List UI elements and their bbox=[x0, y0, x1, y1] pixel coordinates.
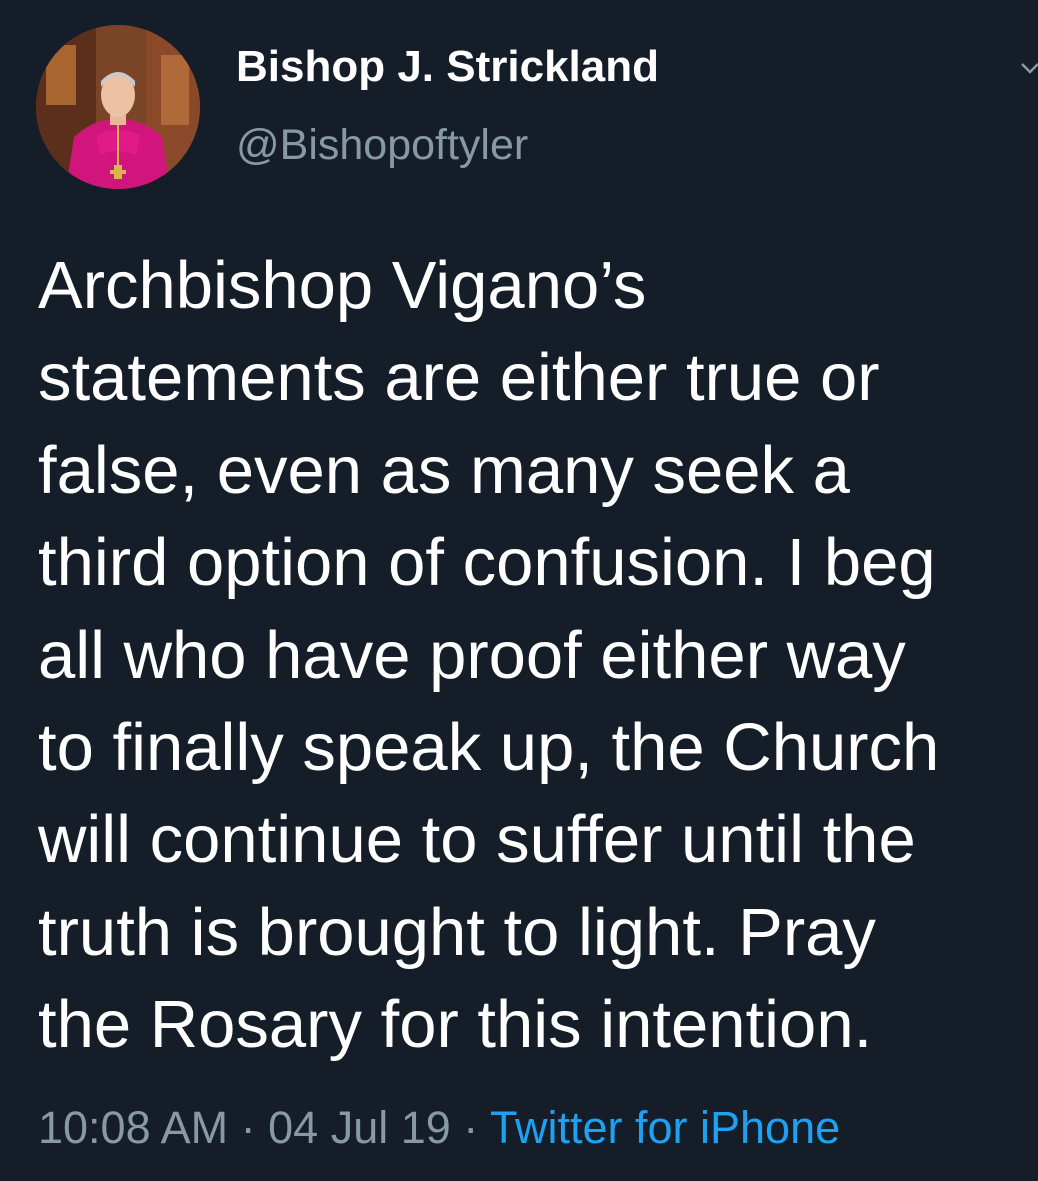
tweet-date[interactable]: 04 Jul 19 bbox=[268, 1102, 451, 1153]
user-handle[interactable]: @Bishopoftyler bbox=[236, 121, 528, 170]
tweet-card: Bishop J. Strickland @Bishopoftyler Arch… bbox=[0, 0, 1038, 1181]
tweet-metadata: 10:08 AM · 04 Jul 19 · Twitter for iPhon… bbox=[38, 1102, 840, 1154]
profile-avatar[interactable] bbox=[36, 25, 200, 189]
tweet-source-link[interactable]: Twitter for iPhone bbox=[490, 1102, 840, 1153]
meta-separator: · bbox=[228, 1102, 269, 1153]
meta-separator: · bbox=[450, 1102, 490, 1153]
display-name[interactable]: Bishop J. Strickland bbox=[236, 42, 659, 92]
avatar-image bbox=[36, 25, 200, 189]
tweet-time[interactable]: 10:08 AM bbox=[38, 1102, 228, 1153]
tweet-text: Archbishop Vigano’s statements are eithe… bbox=[38, 248, 940, 1063]
chevron-down-icon[interactable] bbox=[1018, 56, 1038, 80]
